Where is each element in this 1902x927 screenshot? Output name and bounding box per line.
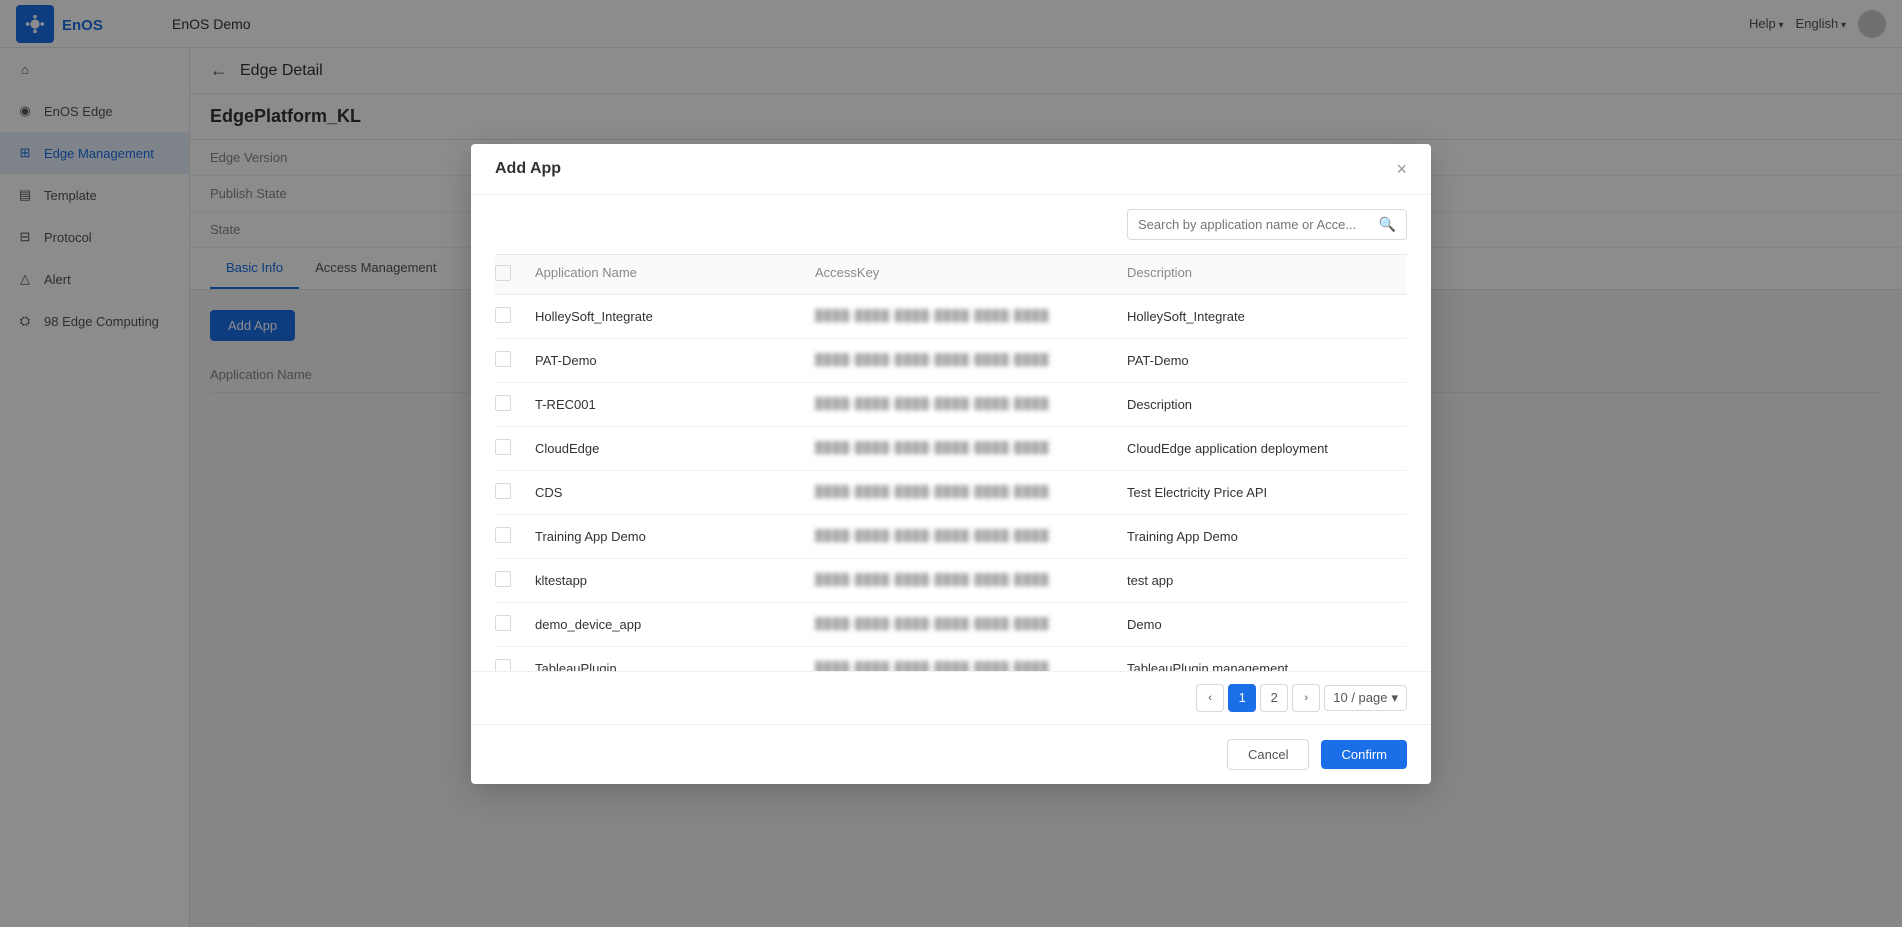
- table-row: HolleySoft_Integrate ████-████-████-████…: [495, 295, 1407, 339]
- table-row: demo_device_app ████-████-████-████-████…: [495, 603, 1407, 647]
- row-4-description: Test Electricity Price API: [1127, 485, 1407, 500]
- row-2-name: T-REC001: [535, 397, 815, 412]
- row-8-description: TableauPlugin management: [1127, 661, 1407, 671]
- modal-search-bar: 🔍: [471, 195, 1431, 254]
- row-6-name: kltestapp: [535, 573, 815, 588]
- row-5-description: Training App Demo: [1127, 529, 1407, 544]
- row-1-name: PAT-Demo: [535, 353, 815, 368]
- row-3-name: CloudEdge: [535, 441, 815, 456]
- confirm-button[interactable]: Confirm: [1321, 740, 1407, 769]
- row-7-checkbox[interactable]: [495, 615, 535, 634]
- row-7-accesskey: ████-████-████-████-████-████: [815, 618, 1127, 630]
- search-input[interactable]: [1138, 217, 1373, 232]
- row-6-checkbox[interactable]: [495, 571, 535, 590]
- row-7-name: demo_device_app: [535, 617, 815, 632]
- search-input-wrap: 🔍: [1127, 209, 1407, 240]
- modal-table: Application Name AccessKey Description H…: [471, 254, 1431, 671]
- pagination-next[interactable]: ›: [1292, 684, 1320, 712]
- col-header-name: Application Name: [535, 265, 815, 284]
- row-4-accesskey: ████-████-████-████-████-████: [815, 486, 1127, 498]
- row-1-checkbox[interactable]: [495, 351, 535, 370]
- table-row: Training App Demo ████-████-████-████-██…: [495, 515, 1407, 559]
- row-6-accesskey: ████-████-████-████-████-████: [815, 574, 1127, 586]
- row-4-checkbox[interactable]: [495, 483, 535, 502]
- pagination: ‹ 1 2 › 10 / page ▾: [471, 671, 1431, 724]
- row-4-name: CDS: [535, 485, 815, 500]
- row-7-description: Demo: [1127, 617, 1407, 632]
- table-row: TableauPlugin ████-████-████-████-████-█…: [495, 647, 1407, 671]
- table-row: PAT-Demo ████-████-████-████-████-████ P…: [495, 339, 1407, 383]
- col-header-description: Description: [1127, 265, 1407, 284]
- add-app-modal: Add App × 🔍 Application Name AccessKey D…: [471, 144, 1431, 784]
- table-row: CDS ████-████-████-████-████-████ Test E…: [495, 471, 1407, 515]
- table-row: kltestapp ████-████-████-████-████-████ …: [495, 559, 1407, 603]
- modal-title: Add App: [495, 160, 561, 178]
- row-8-name: TableauPlugin: [535, 661, 815, 671]
- row-5-checkbox[interactable]: [495, 527, 535, 546]
- row-0-description: HolleySoft_Integrate: [1127, 309, 1407, 324]
- pagination-page-1[interactable]: 1: [1228, 684, 1256, 712]
- row-3-description: CloudEdge application deployment: [1127, 441, 1407, 456]
- row-3-checkbox[interactable]: [495, 439, 535, 458]
- row-2-accesskey: ████-████-████-████-████-████: [815, 398, 1127, 410]
- row-3-accesskey: ████-████-████-████-████-████: [815, 442, 1127, 454]
- col-header-accesskey: AccessKey: [815, 265, 1127, 284]
- cancel-button[interactable]: Cancel: [1227, 739, 1309, 770]
- modal-header: Add App ×: [471, 144, 1431, 195]
- row-1-accesskey: ████-████-████-████-████-████: [815, 354, 1127, 366]
- col-header-checkbox: [495, 265, 535, 284]
- pagination-page-2[interactable]: 2: [1260, 684, 1288, 712]
- row-0-checkbox[interactable]: [495, 307, 535, 326]
- row-0-name: HolleySoft_Integrate: [535, 309, 815, 324]
- search-icon: 🔍: [1379, 216, 1396, 233]
- row-5-accesskey: ████-████-████-████-████-████: [815, 530, 1127, 542]
- page-size-selector[interactable]: 10 / page ▾: [1324, 685, 1407, 711]
- row-6-description: test app: [1127, 573, 1407, 588]
- chevron-down-icon: ▾: [1391, 690, 1398, 706]
- modal-close-button[interactable]: ×: [1396, 160, 1407, 178]
- row-2-checkbox[interactable]: [495, 395, 535, 414]
- table-header-row: Application Name AccessKey Description: [495, 254, 1407, 295]
- row-0-accesskey: ████-████-████-████-████-████: [815, 310, 1127, 322]
- modal-footer: Cancel Confirm: [471, 724, 1431, 784]
- modal-overlay: Add App × 🔍 Application Name AccessKey D…: [0, 0, 1902, 927]
- row-8-accesskey: ████-████-████-████-████-████: [815, 662, 1127, 671]
- row-8-checkbox[interactable]: [495, 659, 535, 671]
- select-all-checkbox[interactable]: [495, 265, 511, 281]
- pagination-prev[interactable]: ‹: [1196, 684, 1224, 712]
- row-2-description: Description: [1127, 397, 1407, 412]
- table-row: T-REC001 ████-████-████-████-████-████ D…: [495, 383, 1407, 427]
- table-row: CloudEdge ████-████-████-████-████-████ …: [495, 427, 1407, 471]
- row-5-name: Training App Demo: [535, 529, 815, 544]
- row-1-description: PAT-Demo: [1127, 353, 1407, 368]
